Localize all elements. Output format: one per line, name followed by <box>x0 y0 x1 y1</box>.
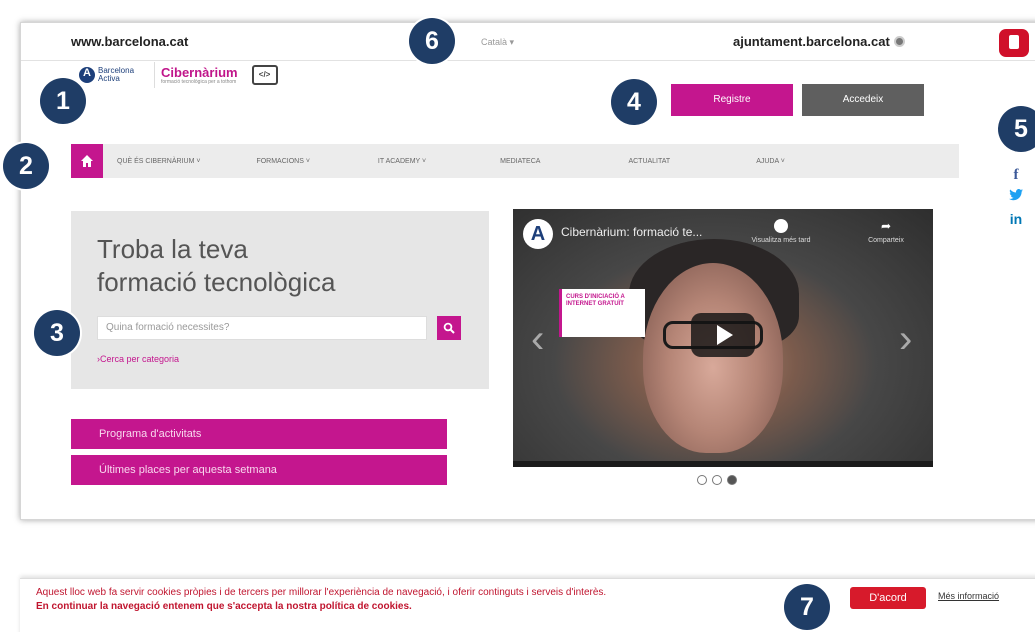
search-title-line2: formació tecnològica <box>97 267 336 297</box>
cookie-banner: Aquest lloc web fa servir cookies pròpie… <box>20 578 1035 632</box>
search-button[interactable] <box>437 316 461 340</box>
search-title-line1: Troba la teva <box>97 234 248 264</box>
search-by-category-link[interactable]: ›Cerca per categoria <box>97 354 179 364</box>
cookie-text-line1: Aquest lloc web fa servir cookies pròpie… <box>36 587 607 598</box>
video-title[interactable]: Cibernàrium: formació te... <box>561 225 702 239</box>
nav-item-mediateca[interactable]: MEDIATECA <box>500 158 540 165</box>
carousel-dot-2[interactable] <box>712 475 722 485</box>
video-promo-card: CURS D'INICIACIÓ A INTERNET GRATUÏT <box>559 289 645 337</box>
cookie-more-info-link[interactable]: Més informació <box>938 591 999 601</box>
share-label: Comparteix <box>868 237 904 244</box>
main-nav: QUÈ ÉS CIBERNÀRIUM ˅ FORMACIONS ˅ IT ACA… <box>71 144 959 178</box>
nav-home-button[interactable] <box>71 144 103 178</box>
home-icon <box>81 155 93 167</box>
marker-7: 7 <box>784 584 830 630</box>
language-selector[interactable]: Català ▾ <box>481 37 514 48</box>
login-button[interactable]: Accedeix <box>802 84 924 116</box>
twitter-icon[interactable] <box>1004 186 1028 208</box>
carousel-dot-1[interactable] <box>697 475 707 485</box>
main-page-card: www.barcelona.cat Català ▾ ajuntament.ba… <box>20 22 1035 520</box>
carousel-prev-icon[interactable]: ‹ <box>531 319 544 359</box>
search-panel: Troba la teva formació tecnològica Quina… <box>71 211 489 389</box>
share-icon: ➦ <box>880 219 892 233</box>
carousel-dots <box>697 475 737 485</box>
site-logo[interactable]: Barcelona Activa Cibernàrium formació te… <box>79 59 278 91</box>
marker-4: 4 <box>611 79 657 125</box>
nav-item-que-es-cibernarium[interactable]: QUÈ ÉS CIBERNÀRIUM ˅ <box>117 158 200 165</box>
channel-logo-icon[interactable]: A <box>523 219 553 249</box>
logo-divider <box>154 62 155 88</box>
video-bottom-bar <box>513 461 933 467</box>
ajuntament-label: ajuntament.barcelona.cat <box>733 34 890 49</box>
last-places-button[interactable]: Últimes places per aquesta setmana <box>71 455 447 485</box>
cookie-text-line2: En continuar la navegació entenem que s'… <box>36 601 412 612</box>
nav-item-ajuda[interactable]: AJUDA ˅ <box>756 158 785 165</box>
video-thumbnail-face <box>643 263 783 453</box>
facebook-icon[interactable]: f <box>1004 164 1028 186</box>
twitter-bird-icon <box>1009 189 1023 201</box>
video-player[interactable]: A Cibernàrium: formació te... Visualitza… <box>513 209 933 467</box>
program-activities-button[interactable]: Programa d'activitats <box>71 419 447 449</box>
nav-item-it-academy[interactable]: IT ACADEMY ˅ <box>378 158 426 165</box>
social-links: f in <box>1004 164 1028 230</box>
marker-1: 1 <box>40 78 86 124</box>
cookie-accept-button[interactable]: D'acord <box>850 587 926 609</box>
barcelona-activa-label: Barcelona Activa <box>98 66 135 83</box>
watch-later-label: Visualitza més tard <box>751 237 811 244</box>
clock-icon <box>774 219 788 233</box>
ajuntament-link[interactable]: ajuntament.barcelona.cat <box>733 34 905 49</box>
cibernarium-label: Cibernàrium <box>161 64 238 80</box>
code-icon: </> <box>251 65 278 85</box>
search-input[interactable]: Quina formació necessites? <box>97 316 427 340</box>
watch-later-button[interactable]: Visualitza més tard <box>741 219 821 244</box>
marker-6: 6 <box>409 18 455 64</box>
nav-item-formacions[interactable]: FORMACIONS ˅ <box>256 158 309 165</box>
search-title: Troba la teva formació tecnològica <box>97 233 477 299</box>
barcelona-activa-logo-icon <box>79 67 95 83</box>
nav-item-actualitat[interactable]: ACTUALITAT <box>628 158 670 165</box>
settings-icon <box>893 36 905 47</box>
city-shield-icon[interactable] <box>999 29 1029 57</box>
cibernarium-subtitle: formació tecnològica per a tothom <box>161 78 237 85</box>
video-promo-text: CURS D'INICIACIÓ A INTERNET GRATUÏT <box>566 294 625 307</box>
linkedin-icon[interactable]: in <box>1004 208 1028 230</box>
carousel-dot-3[interactable] <box>727 475 737 485</box>
share-button[interactable]: ➦ Comparteix <box>851 219 921 244</box>
marker-3: 3 <box>34 310 80 356</box>
top-bar: www.barcelona.cat Català ▾ ajuntament.ba… <box>21 23 1035 61</box>
register-button[interactable]: Registre <box>671 84 793 116</box>
play-button-icon[interactable] <box>691 313 755 357</box>
marker-2: 2 <box>3 143 49 189</box>
site-url-link[interactable]: www.barcelona.cat <box>71 34 188 49</box>
search-icon <box>443 322 455 334</box>
carousel-next-icon[interactable]: › <box>899 319 912 359</box>
